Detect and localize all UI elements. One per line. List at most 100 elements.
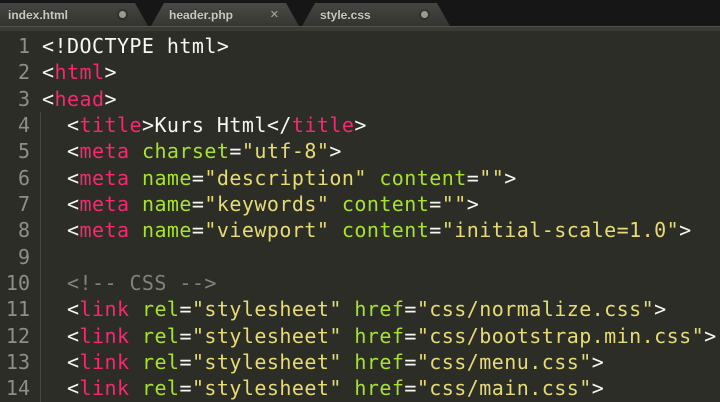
token (342, 376, 355, 400)
token: content (379, 166, 466, 190)
token: > (654, 297, 667, 321)
token: "description" (204, 166, 366, 190)
line-number[interactable]: 3 (0, 86, 30, 112)
line-number[interactable]: 8 (0, 217, 30, 243)
token: < (42, 113, 79, 137)
token: = (229, 139, 242, 163)
code-line[interactable]: 12 <link rel="stylesheet" href="css/boot… (0, 323, 720, 349)
line-number[interactable]: 4 (0, 112, 30, 138)
token: < (42, 218, 79, 242)
token: meta (79, 166, 129, 190)
code-line[interactable]: 2<html> (0, 59, 720, 85)
token: head (55, 87, 105, 111)
token: "css/main.css" (417, 376, 592, 400)
token: < (42, 166, 79, 190)
tab-bar: index.htmlheader.php✕ style.css (0, 0, 720, 26)
code-line[interactable]: 1 <!DOCTYPE html> (0, 33, 720, 59)
line-number[interactable]: 6 (0, 165, 30, 191)
token: > (592, 376, 605, 400)
line-number[interactable]: 9 (0, 244, 30, 270)
line-number[interactable]: 5 (0, 138, 30, 164)
token: "css/bootstrap.min.css" (417, 324, 704, 348)
token: "css/normalize.css" (417, 297, 654, 321)
token: > (704, 324, 717, 348)
code-line[interactable]: 13 <link rel="stylesheet" href="css/menu… (0, 349, 720, 375)
token: > (504, 166, 517, 190)
tab-index.html[interactable]: index.html (0, 3, 148, 26)
token: meta (79, 218, 129, 242)
tab-header.php[interactable]: header.php✕ (151, 3, 299, 26)
token: name (142, 218, 192, 242)
token: = (429, 192, 442, 216)
code-line[interactable]: 4 <title>Kurs Html</title> (0, 112, 720, 138)
line-number[interactable]: 10 (0, 270, 30, 296)
token: "stylesheet" (192, 376, 342, 400)
token: meta (79, 139, 129, 163)
code-line[interactable]: 3 <head> (0, 86, 720, 112)
token: = (179, 350, 192, 374)
token: <!DOCTYPE html> (42, 34, 229, 58)
token: href (354, 297, 404, 321)
token: < (42, 139, 79, 163)
token: link (79, 297, 129, 321)
token (129, 139, 142, 163)
token: > (104, 60, 117, 84)
line-number[interactable]: 12 (0, 323, 30, 349)
line-text: <link rel="stylesheet" href="css/main.cs… (42, 375, 604, 401)
token: rel (142, 350, 179, 374)
token: link (79, 376, 129, 400)
line-number[interactable]: 2 (0, 59, 30, 85)
code-line[interactable]: 11 <link rel="stylesheet" href="css/norm… (0, 296, 720, 322)
token: rel (142, 376, 179, 400)
code-line[interactable]: 10 <!-- CSS --> (0, 270, 720, 296)
token: = (179, 324, 192, 348)
close-icon[interactable]: ✕ (270, 7, 279, 22)
token: < (42, 350, 79, 374)
line-number[interactable]: 13 (0, 349, 30, 375)
token: > (104, 87, 117, 111)
code-editor[interactable]: 1<!DOCTYPE html>2<html>3<head>4 <title>K… (0, 31, 720, 402)
token: = (192, 218, 205, 242)
token (129, 166, 142, 190)
modified-dot-icon (119, 11, 126, 18)
token: link (79, 324, 129, 348)
token: href (354, 324, 404, 348)
token: "stylesheet" (192, 297, 342, 321)
token: "css/menu.css" (417, 350, 592, 374)
code-line[interactable]: 6 <meta name="description" content=""> (0, 165, 720, 191)
token: title (292, 113, 354, 137)
line-text: <head> (42, 86, 117, 112)
line-number[interactable]: 1 (0, 33, 30, 59)
token: title (79, 113, 141, 137)
token: = (404, 324, 417, 348)
token: = (467, 166, 480, 190)
token (129, 218, 142, 242)
token: href (354, 350, 404, 374)
token: > (329, 139, 342, 163)
line-text: <link rel="stylesheet" href="css/normali… (42, 296, 667, 322)
token: = (192, 166, 205, 190)
line-text: <meta name="viewport" content="initial-s… (42, 217, 692, 243)
token: < (42, 60, 55, 84)
code-line[interactable]: 9 (0, 244, 720, 270)
token: content (342, 192, 429, 216)
token: meta (79, 192, 129, 216)
token: link (79, 350, 129, 374)
token (129, 324, 142, 348)
token: < (42, 376, 79, 400)
token (42, 271, 67, 295)
line-number[interactable]: 14 (0, 375, 30, 401)
code-line[interactable]: 7 <meta name="keywords" content=""> (0, 191, 720, 217)
line-text: <!DOCTYPE html> (42, 33, 229, 59)
code-line[interactable]: 8 <meta name="viewport" content="initial… (0, 217, 720, 243)
editor-window: index.htmlheader.php✕ style.css 1 <!DOCTYP… (0, 0, 720, 402)
line-number[interactable]: 7 (0, 191, 30, 217)
line-number[interactable]: 11 (0, 296, 30, 322)
code-line[interactable]: 5 <meta charset="utf-8"> (0, 138, 720, 164)
token (342, 350, 355, 374)
tab-label: style.css (320, 8, 371, 22)
line-text: <title>Kurs Html</title> (42, 112, 367, 138)
token (129, 192, 142, 216)
tab-style.css[interactable]: style.css (302, 3, 450, 26)
code-line[interactable]: 14 <link rel="stylesheet" href="css/main… (0, 375, 720, 401)
